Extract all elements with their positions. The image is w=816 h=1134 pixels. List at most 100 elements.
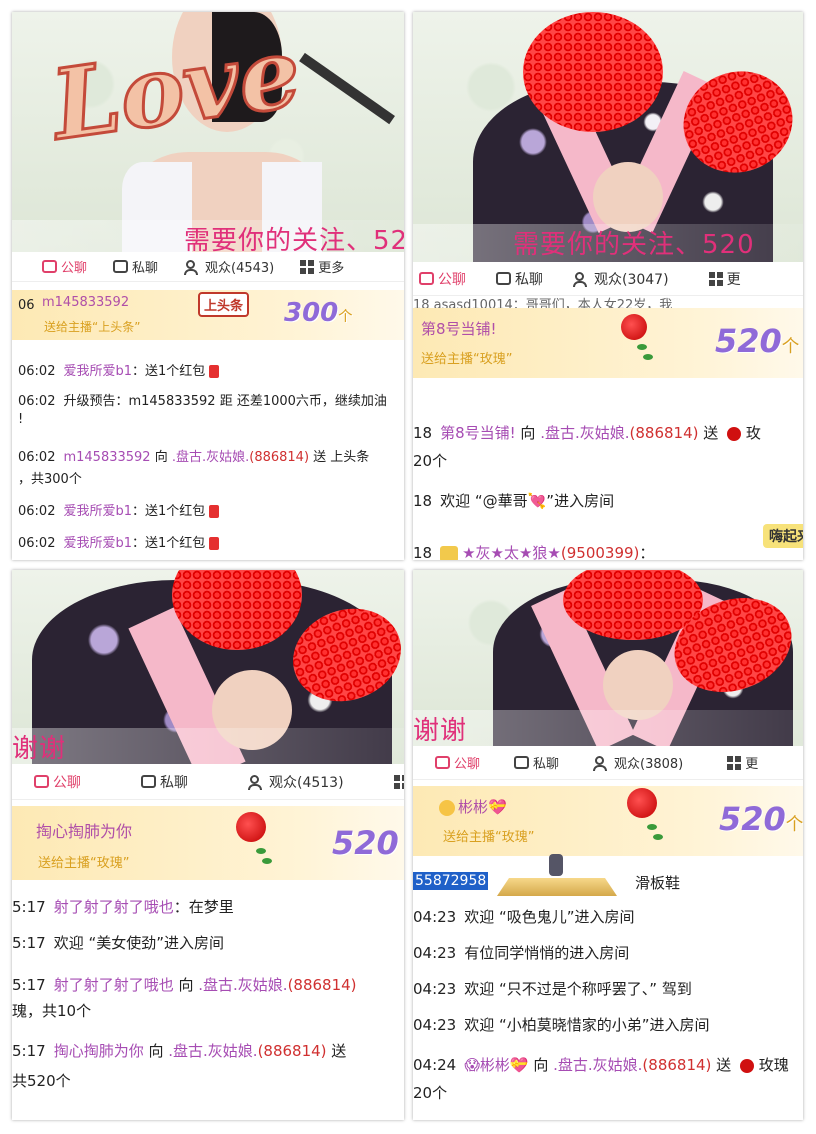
panel-bottom-left: 谢谢 公聊 私聊 观众(4513) 5 掏心掏肺为你 送给主播“玫瑰” 520 … [12,570,404,1120]
panel-top-left: Love 需要你的关注、520 公聊 私聊 观众(4543) 更多 m14583… [12,12,404,560]
tab-more[interactable]: 更多 [300,257,344,276]
tab-private-chat[interactable]: 私聊 [496,269,543,289]
chat-message: 04:23 欢迎 “吸色鬼儿”进入房间 [413,908,635,926]
rose-icon [739,1058,754,1073]
tab-more[interactable] [393,774,404,789]
chat-bubble-icon [419,272,434,285]
tab-private-chat[interactable]: 私聊 [113,257,158,276]
chat-message: 5:17 欢迎 “美女使劲”进入房间 [12,934,224,952]
tab-private-chat[interactable]: 私聊 [514,753,559,772]
video-area: 谢谢 [12,570,404,764]
gift-notice: 掏心掏肺为你 送给主播“玫瑰” 520 [12,806,404,880]
grid-icon [393,774,404,789]
chat-message: 18 第8号当铺! 向 .盘古.灰姑娘.(886814) 送 玫 [413,424,761,442]
banner-text: 需要你的关注、520 [413,224,803,262]
chat-message: 06:02 m145833592 向 .盘古.灰姑娘.(886814) 送 上头条 [18,450,370,465]
chat-bubble-icon [435,756,450,769]
users-icon [593,755,610,771]
tab-bar: 公聊 私聊 观众(3808) 更 [413,746,803,780]
chat-message: 5:17 射了射了射了哦也 向 .盘古.灰姑娘.(886814) [12,976,357,994]
video-area: Love 需要你的关注、520 [12,12,404,252]
gift-sender: m145833592 [42,295,130,310]
user-id-highlight: 55872958 [413,872,489,890]
chat-message: 20个 [413,452,448,470]
panel-top-right: 需要你的关注、520 公聊 私聊 观众(3047) 更 18 asasd1001… [413,12,803,560]
chat-message: 18 ★灰★太★狼★(9500399)： [413,544,655,560]
chat-bubble-icon [42,260,57,273]
chat-message: 04:24 😱彬彬💝 向 .盘古.灰姑娘.(886814) 送 玫瑰 [413,1056,789,1074]
grid-icon [727,755,742,770]
chat-bubble-icon [514,756,530,769]
headline-sticker: 上头条 [198,292,250,317]
banner-text: 谢谢 [12,728,404,764]
chat-message: 04:23 欢迎 “小柏莫晓惜家的小弟”进入房间 [413,1016,710,1034]
chat-message: 共520个 [12,1072,71,1090]
chat-message: 06:02 爱我所爱b1：送1个红包 [18,360,220,379]
chat-message: 瑰，共10个 [12,1002,92,1020]
face-mosaic [523,12,663,132]
tab-public-chat[interactable]: 公聊 [42,257,87,276]
tab-viewers[interactable]: 观众(4513) [248,772,344,792]
gift-notice: m145833592 送给主播“上头条” 上头条 300个 [12,290,404,340]
streamer-body [593,162,663,232]
gift-sender: 彬彬💝 [439,796,507,817]
gift-notice: 第8号当铺! 送给主播“玫瑰” 520个 [413,308,803,378]
chat-message: 06:02 爱我所爱b1：送1个红包 [18,532,220,551]
cut-time: 06 [18,298,35,313]
chat-message: 06:02 爱我所爱b1：送1个红包 [18,500,220,519]
gift-desc: 送给主播“玫瑰” [443,830,535,845]
gift-amount: 520 [332,824,399,862]
rose-icon [230,812,284,872]
chat-message: 06:02 升级预告：m145833592 距 还差1000六币，继续加油 [18,394,387,409]
rose-icon [613,314,663,370]
rose-icon [727,426,742,441]
crown-icon [440,545,459,560]
skater-figure [549,854,563,876]
chat-message: 04:23 欢迎 “只不过是个称呼罢了、” 驾到 [413,980,692,998]
love-overlay: Love [44,14,309,163]
tab-public-chat[interactable]: 公聊 [419,269,466,289]
panel-bottom-right: 谢谢 公聊 私聊 观众(3808) 更 彬彬💝 送给主播“玫瑰” 520个 55… [413,570,803,1120]
corner-tag: 嗨起来 [763,524,803,548]
banner-text: 需要你的关注、520 [12,220,404,252]
grid-icon [300,259,315,274]
chat-message: ! [18,412,24,427]
users-icon [573,271,590,287]
tab-bar: 公聊 私聊 观众(4543) 更多 [12,252,404,282]
red-envelope-icon [209,505,220,518]
gift-desc: 送给主播“玫瑰” [38,856,130,871]
tab-more[interactable]: 更 [708,269,741,289]
grid-icon [708,271,723,286]
skateboard-gift-row: 55872958 滑板鞋 [413,854,803,900]
chat-message: ，共300个 [18,472,82,487]
gift-name: 滑板鞋 [635,874,681,892]
gift-amount: 520个 [715,322,800,360]
tab-viewers[interactable]: 观众(3808) [593,753,683,772]
tab-public-chat[interactable]: 公聊 [34,772,81,792]
video-area: 需要你的关注、520 [413,12,803,262]
users-icon [248,774,265,790]
tab-bar: 公聊 私聊 观众(4513) [12,764,404,800]
tab-more[interactable]: 更 [727,753,758,772]
chat-bubble-icon [141,775,156,788]
chat-message: 20个 [413,1084,448,1102]
red-envelope-icon [209,537,220,550]
gift-desc: 送给主播“玫瑰” [421,352,513,367]
tab-viewers[interactable]: 观众(4543) [184,257,274,276]
gift-sender: 第8号当铺! [421,320,497,338]
tab-public-chat[interactable]: 公聊 [435,753,480,772]
tab-private-chat[interactable]: 私聊 [141,772,188,792]
mic-stand [299,52,395,125]
banner-text: 谢谢 [413,710,803,746]
rose-icon [621,788,677,850]
gift-sender: 掏心掏肺为你 [36,822,133,841]
chat-bubble-icon [113,260,129,273]
chat-message: 18 欢迎 “@華哥💘”进入房间 [413,492,615,510]
gift-amount: 520个 [719,800,803,838]
tab-viewers[interactable]: 观众(3047) [573,269,669,289]
chat-message: 5:17 掏心掏肺为你 向 .盘古.灰姑娘.(886814) 送 [12,1042,347,1060]
video-area: 谢谢 [413,570,803,746]
chat-bubble-icon [496,272,511,285]
red-envelope-icon [209,365,220,378]
chat-message: 04:23 有位同学悄悄的进入房间 [413,944,630,962]
